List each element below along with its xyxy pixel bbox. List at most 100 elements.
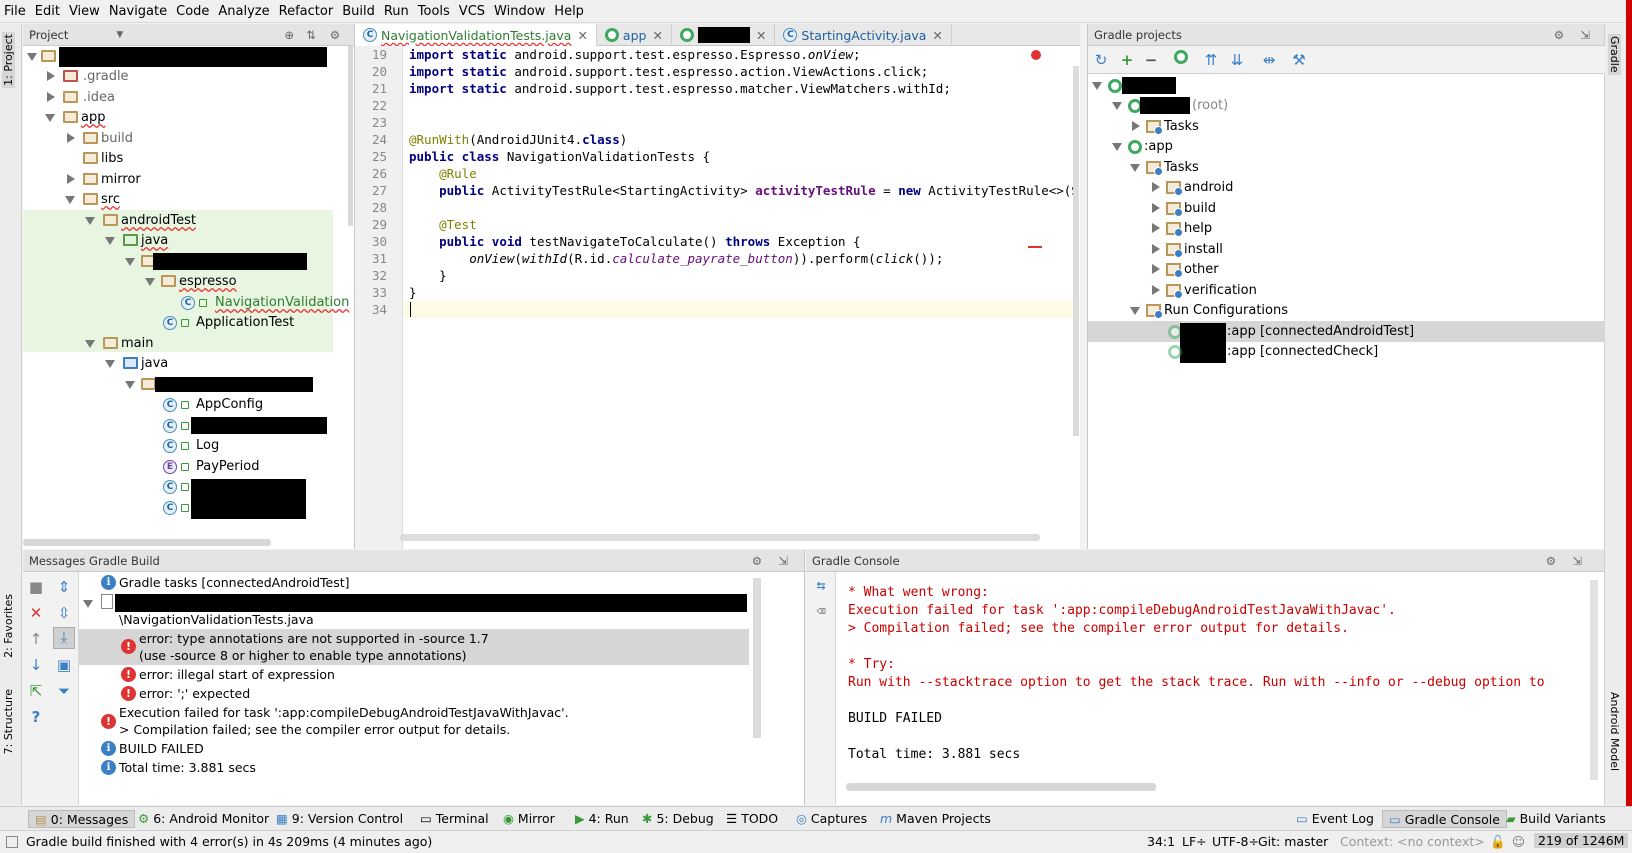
- tab-build-variants[interactable]: ▰ Build Variants: [1500, 810, 1612, 828]
- help-icon[interactable]: ?: [27, 708, 45, 726]
- hide-panel-icon[interactable]: ⇲: [778, 554, 788, 568]
- offline-mode-icon[interactable]: ⇹: [1260, 51, 1278, 69]
- expand-all-icon[interactable]: ⇈: [1202, 51, 1220, 69]
- autoscroll-icon[interactable]: ⤓: [53, 627, 75, 649]
- clear-icon[interactable]: ⌫: [812, 602, 830, 620]
- menu-help[interactable]: Help: [554, 4, 584, 19]
- menu-analyze[interactable]: Analyze: [218, 4, 269, 19]
- line-separator[interactable]: LF÷: [1182, 834, 1207, 849]
- menu-refactor[interactable]: Refactor: [279, 4, 334, 19]
- close-icon[interactable]: ✕: [577, 28, 587, 43]
- refresh-icon[interactable]: ↻: [1092, 51, 1110, 69]
- hide-panel-icon[interactable]: ⇲: [1580, 28, 1590, 42]
- structure-tool-tab[interactable]: 7: Structure: [2, 689, 15, 754]
- tab-gradle-console[interactable]: ▭ Gradle Console: [1382, 810, 1507, 828]
- project-panel-header: Project ▼ ⊕ ⇅ ⚙: [23, 24, 354, 46]
- chevron-down-icon[interactable]: ▼: [116, 30, 123, 40]
- gradle-tool-tab[interactable]: Gradle: [1608, 34, 1621, 75]
- menu-code[interactable]: Code: [176, 4, 209, 19]
- tab-run[interactable]: ▶ 4: Run: [569, 810, 635, 828]
- menu-tools[interactable]: Tools: [418, 4, 450, 19]
- arrow-up-icon[interactable]: ↑: [27, 630, 45, 648]
- gradle-run-config-connected-android-test[interactable]: :app [connectedAndroidTest]: [1088, 321, 1605, 363]
- tab-android-monitor[interactable]: ⚙ 6: Android Monitor: [132, 810, 275, 828]
- tab-starting-activity[interactable]: C StartingActivity.java ✕: [775, 24, 952, 46]
- status-message[interactable]: Gradle build finished with 4 error(s) in…: [26, 834, 432, 849]
- favorites-tool-tab[interactable]: 2: Favorites: [2, 594, 15, 658]
- wrap-icon[interactable]: ⇆: [812, 576, 830, 594]
- tab-mirror[interactable]: ◉ Mirror: [497, 810, 561, 828]
- inspector-icon[interactable]: ☺: [1512, 834, 1525, 849]
- arrow-down-icon[interactable]: ↓: [27, 656, 45, 674]
- code-editor[interactable]: 19 20 21 22 23 24 25 26 27 28 29 30 31 3…: [355, 46, 1080, 549]
- execute-task-icon[interactable]: [1174, 50, 1188, 64]
- menu-navigate[interactable]: Navigate: [109, 4, 167, 19]
- android-model-tool-tab[interactable]: Android Model: [1608, 692, 1621, 771]
- context-indicator: Context: <no context>: [1340, 834, 1485, 849]
- menu-window[interactable]: Window: [494, 4, 545, 19]
- gradle-settings-icon[interactable]: ⚒: [1290, 51, 1308, 69]
- project-view-selector[interactable]: Project: [29, 28, 68, 42]
- error-stripe-mark[interactable]: [1028, 246, 1042, 248]
- tab-navigation-validation-tests[interactable]: C NavigationValidationTests.java ✕: [355, 24, 597, 46]
- menu-build[interactable]: Build: [342, 4, 375, 19]
- tab-maven-projects[interactable]: m Maven Projects: [874, 810, 997, 828]
- close-icon[interactable]: ✕: [27, 604, 45, 622]
- horizontal-scrollbar[interactable]: [23, 539, 271, 546]
- export-icon[interactable]: ⇱: [27, 682, 45, 700]
- gear-icon[interactable]: ⚙: [752, 554, 762, 568]
- close-icon[interactable]: ✕: [932, 28, 942, 43]
- target-icon[interactable]: ⊕: [284, 28, 294, 42]
- gear-icon[interactable]: ⚙: [1546, 554, 1556, 568]
- collapse-icon[interactable]: ⇳: [55, 604, 73, 622]
- messages-scrollbar[interactable]: [753, 578, 761, 738]
- hide-panel-icon[interactable]: ⇲: [1572, 554, 1582, 568]
- project-tool-tab[interactable]: 1: Project: [2, 32, 15, 88]
- collapse-icon[interactable]: ⇅: [306, 28, 316, 42]
- gear-icon[interactable]: ⚙: [330, 28, 340, 42]
- tool-windows-icon[interactable]: [6, 836, 18, 848]
- menu-view[interactable]: View: [69, 4, 100, 19]
- tab-app[interactable]: app ✕: [597, 24, 672, 46]
- message-execution-failed[interactable]: ! Execution failed for task ':app:compil…: [79, 704, 749, 740]
- lock-icon[interactable]: 🔓: [1490, 834, 1506, 850]
- tab-redacted[interactable]: ✕: [672, 24, 776, 46]
- close-icon[interactable]: ✕: [756, 28, 766, 43]
- menu-vcs[interactable]: VCS: [459, 4, 485, 19]
- tab-event-log[interactable]: ▭ Event Log: [1290, 810, 1380, 828]
- expand-icon[interactable]: ⇕: [55, 578, 73, 596]
- preview-icon[interactable]: ▣: [55, 656, 73, 674]
- close-icon[interactable]: ✕: [652, 28, 662, 43]
- tab-terminal[interactable]: ▭ Terminal: [414, 810, 495, 828]
- tab-version-control[interactable]: ▦ 9: Version Control: [270, 810, 409, 828]
- vertical-scrollbar[interactable]: [348, 46, 353, 226]
- editor-horizontal-scrollbar[interactable]: [400, 534, 1040, 541]
- menu-run[interactable]: Run: [384, 4, 409, 19]
- gear-icon[interactable]: ⚙: [1554, 28, 1564, 42]
- collapse-all-icon[interactable]: ⇊: [1228, 51, 1246, 69]
- remove-icon[interactable]: −: [1142, 51, 1160, 69]
- console-vertical-scrollbar[interactable]: [1590, 580, 1598, 780]
- caret-position[interactable]: 34:1: [1147, 834, 1175, 849]
- filter-icon[interactable]: ⏷: [55, 682, 73, 700]
- class-icon: C: [163, 439, 177, 453]
- menu-edit[interactable]: Edit: [35, 4, 60, 19]
- editor-vertical-scrollbar[interactable]: [1073, 66, 1079, 436]
- stop-icon[interactable]: ■: [27, 578, 45, 596]
- message-error-type-annotations[interactable]: ! error: type annotations are not suppor…: [79, 629, 749, 665]
- console-horizontal-scrollbar[interactable]: [846, 783, 1156, 791]
- file-encoding[interactable]: UTF-8÷: [1212, 834, 1259, 849]
- tab-captures[interactable]: ◎ Captures: [790, 810, 873, 828]
- text-cursor: [410, 302, 411, 317]
- code-line-31: onView(withId(R.id.calculate_payrate_but…: [469, 251, 944, 266]
- terminal-icon: ▭: [420, 811, 432, 826]
- tab-debug[interactable]: ✱ 5: Debug: [636, 810, 720, 828]
- memory-indicator[interactable]: 219 of 1246M: [1534, 833, 1629, 848]
- message-file-node[interactable]: \NavigationValidationTests.java: [79, 593, 749, 629]
- tab-todo[interactable]: ☰ TODO: [720, 810, 784, 828]
- git-branch[interactable]: Git: master: [1258, 834, 1328, 849]
- menu-file[interactable]: File: [4, 4, 26, 19]
- add-icon[interactable]: +: [1118, 51, 1136, 69]
- error-indicator-icon[interactable]: [1031, 50, 1041, 60]
- tab-messages[interactable]: ▤ 0: Messages: [28, 810, 136, 828]
